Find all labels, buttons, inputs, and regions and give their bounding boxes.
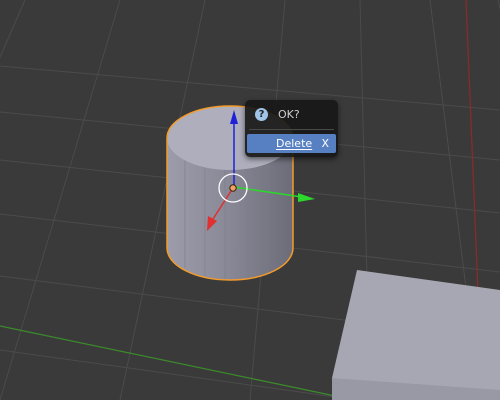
delete-shortcut: X <box>321 137 329 150</box>
delete-confirm-popup: ? OK? Delete X <box>245 100 338 157</box>
popup-header: ? OK? <box>245 100 338 128</box>
delete-label: Delete <box>276 137 313 150</box>
popup-title: OK? <box>278 108 300 121</box>
object-origin-icon <box>229 184 237 192</box>
gizmo-y-arrow-icon[interactable] <box>298 193 315 202</box>
cube-mesh[interactable] <box>332 270 500 400</box>
question-icon: ? <box>255 108 268 121</box>
y-axis-line <box>0 325 341 398</box>
popup-divider <box>249 129 334 130</box>
x-axis-line <box>465 0 479 293</box>
3d-viewport[interactable]: ? OK? Delete X <box>0 0 500 400</box>
scene-canvas <box>0 0 500 400</box>
delete-button[interactable]: Delete X <box>247 134 336 153</box>
